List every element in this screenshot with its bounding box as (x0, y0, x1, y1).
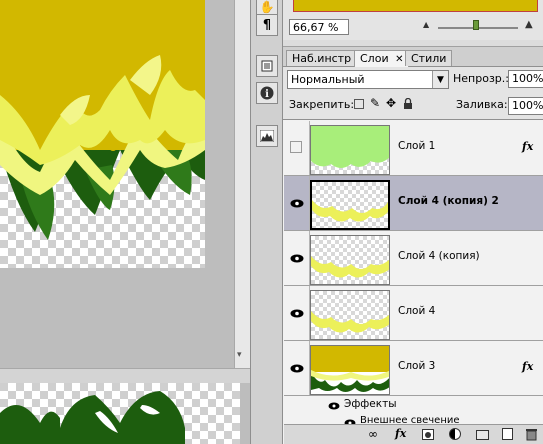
canvas-artwork (0, 0, 205, 268)
fill-input[interactable]: 100% (508, 97, 543, 115)
layer-thumbnail (310, 125, 390, 175)
layer-row-1[interactable]: Слой 1 fx (284, 121, 543, 176)
second-document[interactable] (0, 383, 240, 444)
visibility-toggle-empty[interactable] (290, 141, 302, 153)
tab-layers-label: Слои (360, 52, 389, 65)
layer-thumbnail (310, 180, 390, 230)
adjustment-icon[interactable] (449, 428, 461, 440)
info-icon[interactable]: i (256, 82, 278, 104)
layer-thumbnail (310, 235, 390, 285)
new-layer-icon[interactable] (502, 428, 513, 440)
effects-row[interactable]: Эффекты (284, 396, 543, 414)
fx-icon[interactable]: fx (395, 427, 406, 440)
notes-icon[interactable] (256, 55, 278, 77)
layer-thumbnail (310, 345, 390, 395)
layer-row-5[interactable]: Слой 3 fx (284, 341, 543, 396)
layer-thumbnail (310, 290, 390, 340)
opacity-input[interactable]: 100% (508, 70, 543, 88)
histogram-icon[interactable] (256, 125, 278, 147)
layers-bottom-toolbar: ∞ fx (284, 424, 543, 444)
doc-bottom-edge (0, 368, 250, 383)
zoom-in-icon[interactable]: ▲ (525, 19, 533, 30)
eye-icon[interactable] (288, 250, 306, 266)
zoom-input[interactable]: 66,67 % (289, 19, 349, 35)
tab-layers[interactable]: Слои ✕ (354, 50, 410, 67)
blend-mode-select[interactable]: Нормальный ▼ (287, 70, 449, 89)
second-document-artwork (0, 383, 240, 444)
eye-icon[interactable] (288, 305, 306, 321)
scroll-down-arrow[interactable]: ▾ (237, 350, 242, 360)
panel-icon-strip: ✋ ¶ i (250, 0, 283, 444)
fill-label: Заливка: (456, 98, 508, 111)
opacity-label: Непрозр.: (453, 72, 509, 85)
layer-name[interactable]: Слой 3 (398, 360, 435, 372)
mask-icon[interactable] (422, 429, 434, 440)
group-icon[interactable] (476, 430, 489, 440)
lock-label: Закрепить: (289, 98, 355, 111)
effects-label: Эффекты (344, 398, 397, 410)
document-canvas[interactable] (0, 0, 205, 268)
svg-text:i: i (265, 89, 269, 100)
lock-paint-icon[interactable]: ✎ (370, 96, 380, 110)
document-scrollbar[interactable]: ▾ (234, 0, 250, 368)
tab-styles[interactable]: Стили (405, 50, 453, 66)
navigator-panel: 66,67 % ▲ ▲ (283, 0, 543, 40)
layer-name[interactable]: Слой 4 (398, 305, 435, 317)
lock-transparency-icon[interactable] (354, 99, 364, 109)
tab-tool-presets[interactable]: Наб.инстр (286, 50, 358, 66)
blend-mode-value: Нормальный (291, 73, 365, 86)
fx-icon[interactable]: fx (522, 360, 533, 373)
layer-name[interactable]: Слой 4 (копия) (398, 250, 480, 262)
layer-row-4[interactable]: Слой 4 (284, 286, 543, 341)
fx-icon[interactable]: fx (522, 140, 533, 153)
canvas-area: ▾ (0, 0, 250, 444)
link-icon[interactable]: ∞ (368, 427, 378, 441)
zoom-out-icon[interactable]: ▲ (423, 20, 429, 29)
lock-move-icon[interactable]: ✥ (386, 96, 396, 110)
eye-icon[interactable] (288, 195, 306, 211)
paragraph-icon[interactable]: ¶ (256, 14, 278, 36)
navigator-preview (293, 0, 538, 12)
layer-row-3[interactable]: Слой 4 (копия) (284, 231, 543, 286)
layer-name[interactable]: Слой 1 (398, 140, 435, 152)
eye-icon[interactable] (288, 360, 306, 376)
zoom-slider-thumb[interactable] (473, 20, 479, 30)
layer-name[interactable]: Слой 4 (копия) 2 (398, 195, 499, 207)
lock-all-icon[interactable] (403, 97, 413, 113)
layer-row-2-selected[interactable]: Слой 4 (копия) 2 (284, 176, 543, 231)
eye-icon[interactable] (328, 400, 340, 413)
trash-icon[interactable] (526, 428, 537, 444)
chevron-down-icon[interactable]: ▼ (432, 71, 448, 88)
close-tab-icon[interactable]: ✕ (395, 54, 403, 65)
